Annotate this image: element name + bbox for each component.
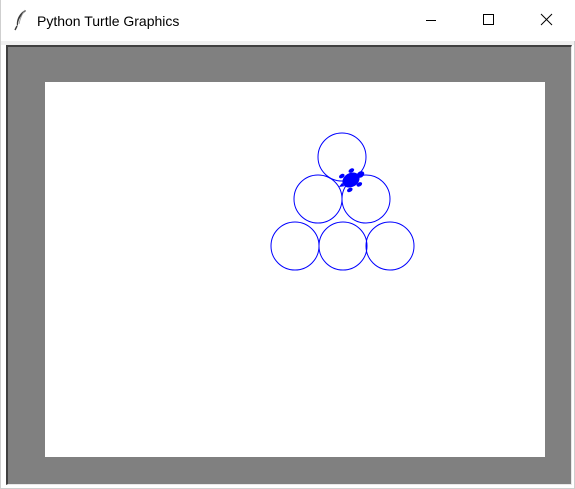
close-button[interactable] <box>518 0 575 41</box>
window-title: Python Turtle Graphics <box>37 13 180 29</box>
maximize-button[interactable] <box>460 0 518 41</box>
circle-row2-pos1 <box>293 174 343 224</box>
turtle-canvas[interactable] <box>45 82 545 457</box>
minimize-icon <box>426 20 436 21</box>
maximize-icon <box>483 14 494 25</box>
title-bar[interactable]: Python Turtle Graphics <box>1 0 575 41</box>
turtle-drawing <box>270 132 415 271</box>
feather-icon <box>12 8 30 32</box>
minimize-button[interactable] <box>402 0 460 41</box>
canvas-frame[interactable] <box>6 45 572 485</box>
circle-row3-pos2 <box>318 221 368 271</box>
circle-row3-pos1 <box>270 221 320 271</box>
circle-row3-pos3 <box>365 221 415 271</box>
close-icon <box>540 13 553 26</box>
turtle-window: Python Turtle Graphics <box>0 0 575 489</box>
turtle-icon <box>338 168 365 193</box>
